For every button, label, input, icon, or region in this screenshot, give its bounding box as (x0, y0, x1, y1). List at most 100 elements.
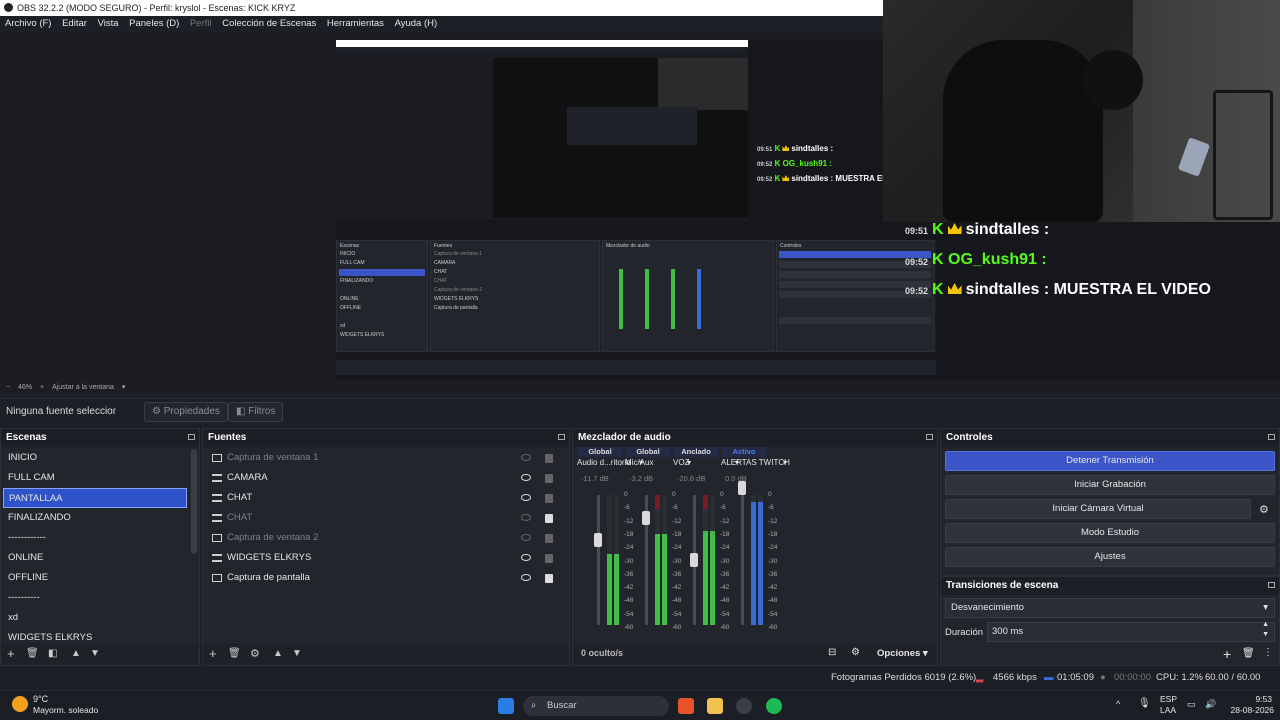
windows-start-icon[interactable] (498, 698, 514, 714)
language-code[interactable]: ESP (1160, 694, 1177, 704)
scene-item[interactable]: xd (3, 608, 197, 628)
weather-desc[interactable]: Mayorm. soleado (33, 705, 98, 715)
scene-item[interactable]: INICIO (3, 448, 197, 468)
scenes-scrollbar[interactable] (191, 449, 197, 554)
source-properties-gear-icon[interactable]: ⚙ (250, 647, 260, 661)
move-scene-up-button[interactable]: ▲ (71, 647, 81, 661)
virtual-camera-gear-icon[interactable]: ⚙ (1259, 503, 1269, 516)
remove-scene-button[interactable]: 🗑 (26, 647, 39, 661)
scene-item[interactable]: FULL CAM (3, 468, 197, 488)
scene-item[interactable]: ---------- (3, 588, 197, 608)
volume-fader-knob[interactable] (690, 553, 698, 567)
eye-icon[interactable] (521, 494, 531, 501)
unlock-icon[interactable] (545, 454, 553, 463)
unlock-icon[interactable] (545, 554, 553, 563)
source-item[interactable]: CHAT (205, 508, 567, 528)
undock-icon[interactable] (558, 434, 565, 440)
taskbar-search[interactable]: ⌕ Buscar (523, 696, 669, 716)
settings-button[interactable]: Ajustes (945, 547, 1275, 567)
filters-button[interactable]: ◧ Filtros (228, 402, 284, 422)
brave-browser-icon[interactable] (678, 698, 694, 714)
scene-item[interactable]: PANTALLAA (3, 488, 187, 508)
add-transition-button[interactable]: + (1223, 646, 1231, 662)
add-scene-button[interactable]: + (7, 647, 15, 661)
layout-icon[interactable]: ⊟ (828, 647, 836, 658)
menu-editar[interactable]: Editar (62, 18, 87, 29)
remove-source-button[interactable]: 🗑 (228, 647, 241, 661)
weather-temp[interactable]: 9°C (33, 694, 48, 704)
spotify-icon[interactable] (766, 698, 782, 714)
chevron-down-icon[interactable]: ▾ (783, 458, 787, 467)
obs-taskbar-icon[interactable] (736, 698, 752, 714)
channel-name[interactable]: ALERTAS TWITCH (721, 458, 791, 468)
lock-icon[interactable] (545, 514, 553, 523)
undock-icon[interactable] (1268, 434, 1275, 440)
menu-paneles[interactable]: Paneles (D) (129, 18, 179, 29)
menu-vista[interactable]: Vista (98, 18, 119, 29)
undock-icon[interactable] (188, 434, 195, 440)
volume-fader-track[interactable] (597, 495, 600, 625)
source-item[interactable]: Captura de ventana 1 (205, 448, 567, 468)
stepper-icon[interactable]: ▲ ▼ (1262, 620, 1269, 640)
unlock-icon[interactable] (545, 534, 553, 543)
microphone-icon[interactable]: 🎙 (1138, 698, 1151, 709)
weather-icon[interactable] (12, 696, 28, 712)
undock-icon[interactable] (1268, 582, 1275, 588)
zoom-out-button[interactable]: − (6, 384, 10, 391)
zoom-in-button[interactable]: + (40, 384, 44, 391)
stop-stream-button[interactable]: Detener Transmisión (945, 451, 1275, 471)
zoom-fit-select[interactable]: Ajustar a la ventana (52, 384, 114, 391)
source-item[interactable]: CHAT (205, 488, 567, 508)
eye-hidden-icon[interactable] (521, 514, 531, 521)
unlock-icon[interactable] (545, 474, 553, 483)
menu-perfil[interactable]: Perfil (190, 18, 212, 29)
chevron-up-icon[interactable]: ^ (1116, 699, 1120, 709)
remove-transition-button[interactable]: 🗑 (1242, 648, 1255, 659)
volume-fader-knob[interactable] (738, 481, 746, 495)
mixer-options-button[interactable]: Opciones ▾ (877, 648, 928, 659)
properties-button[interactable]: ⚙ Propiedades (144, 402, 228, 422)
eye-icon[interactable] (521, 574, 531, 581)
more-options-icon[interactable]: ⋮ (1263, 647, 1273, 658)
eye-hidden-icon[interactable] (521, 534, 531, 541)
studio-mode-button[interactable]: Modo Estudio (945, 523, 1275, 543)
menu-archivo[interactable]: Archivo (F) (5, 18, 51, 29)
add-source-button[interactable]: + (209, 647, 217, 661)
eye-icon[interactable] (521, 554, 531, 561)
eye-hidden-icon[interactable] (521, 454, 531, 461)
clock-date[interactable]: 28-08-2026 (1220, 705, 1274, 715)
start-virtual-camera-button[interactable]: Iniciar Cámara Virtual (945, 499, 1251, 519)
advanced-audio-icon[interactable]: ⚙ (851, 647, 860, 658)
source-item[interactable]: Captura de ventana 2 (205, 528, 567, 548)
scene-item[interactable]: OFFLINE (3, 568, 197, 588)
unlock-icon[interactable] (545, 494, 553, 503)
transition-select[interactable]: Desvanecimiento ▾ (945, 598, 1275, 618)
move-source-down-button[interactable]: ▼ (292, 647, 302, 661)
scene-item[interactable]: ------------ (3, 528, 197, 548)
scene-item[interactable]: ONLINE (3, 548, 197, 568)
network-status-icon[interactable]: ▭ (1187, 699, 1196, 710)
scene-item[interactable]: FINALIZANDO (3, 508, 197, 528)
chevron-down-icon[interactable]: ▾ (122, 384, 126, 391)
scene-filters-button[interactable]: ◧ (48, 647, 57, 661)
menu-coleccion-escenas[interactable]: Colección de Escenas (222, 18, 316, 29)
clock-time[interactable]: 9:53 (1224, 694, 1272, 704)
source-item[interactable]: WIDGETS ELKRYS (205, 548, 567, 568)
volume-fader-track[interactable] (741, 495, 744, 625)
duration-input[interactable]: 300 ms ▲ ▼ (987, 620, 1275, 642)
volume-icon[interactable]: 🔊 (1205, 699, 1216, 710)
eye-icon[interactable] (521, 474, 531, 481)
source-item[interactable]: CAMARA (205, 468, 567, 488)
move-scene-down-button[interactable]: ▼ (90, 647, 100, 661)
start-recording-button[interactable]: Iniciar Grabación (945, 475, 1275, 495)
undock-icon[interactable] (926, 434, 933, 440)
language-layout[interactable]: LAA (1160, 705, 1176, 715)
file-explorer-icon[interactable] (707, 698, 723, 714)
menu-ayuda[interactable]: Ayuda (H) (395, 18, 438, 29)
menu-herramientas[interactable]: Herramientas (327, 18, 384, 29)
source-item[interactable]: Captura de pantalla (205, 568, 567, 588)
move-source-up-button[interactable]: ▲ (273, 647, 283, 661)
volume-fader-knob[interactable] (594, 533, 602, 547)
volume-fader-knob[interactable] (642, 511, 650, 525)
lock-icon[interactable] (545, 574, 553, 583)
